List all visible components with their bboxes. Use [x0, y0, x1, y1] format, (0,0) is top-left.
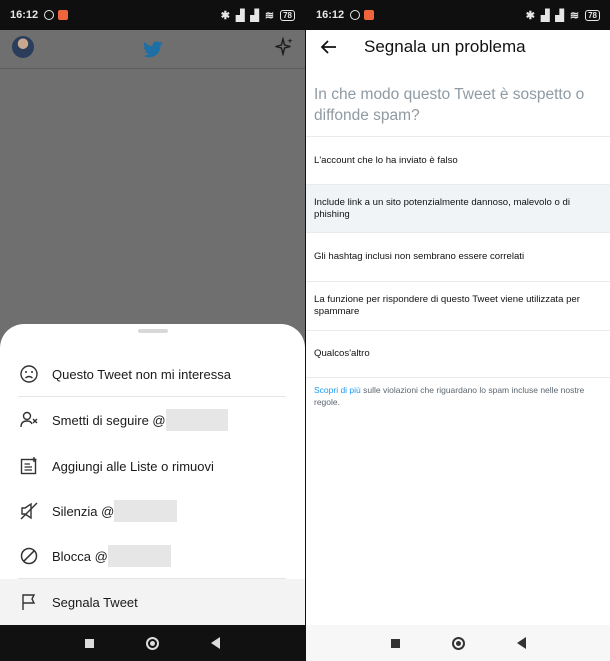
option-reply-spam[interactable]: La funzione per rispondere di questo Twe… [306, 282, 610, 330]
option-label: Qualcos'altro [314, 348, 370, 359]
list-add-icon [18, 455, 40, 477]
home-button[interactable] [146, 636, 159, 650]
option-label: L'account che lo ha inviato è falso [314, 154, 458, 166]
flag-icon [18, 591, 40, 613]
battery-icon: 78 [280, 9, 295, 21]
notification-icon [364, 10, 375, 20]
redacted-username [107, 545, 171, 567]
sheet-handle[interactable] [138, 329, 168, 333]
system-nav-bar [306, 625, 610, 661]
not-interested-label: Questo Tweet non mi interessa [52, 366, 231, 382]
top-app-bar: Segnala un problema [306, 30, 610, 66]
divider [306, 377, 610, 378]
back-nav-button[interactable] [517, 637, 526, 649]
mute-icon [18, 500, 40, 522]
wifi-icon: ≋ [569, 9, 580, 22]
recents-button[interactable] [85, 638, 94, 648]
back-arrow-icon[interactable] [320, 38, 338, 56]
header-divider [0, 68, 305, 69]
recents-button[interactable] [391, 638, 400, 648]
alarm-icon [350, 10, 361, 20]
learn-more-link[interactable]: Scopri di più [314, 385, 361, 395]
twitter-header [0, 30, 305, 68]
unfollow-item[interactable]: Smetti di seguire @ [0, 397, 305, 443]
report-tweet-item[interactable]: Segnala Tweet [0, 579, 305, 625]
option-label: Include link a un sito potenzialmente da… [314, 196, 570, 220]
mute-label: Silenzia @ [52, 503, 115, 519]
lists-item[interactable]: Aggiungi alle Liste o rimuovi [0, 443, 305, 489]
alarm-icon [44, 10, 55, 20]
back-nav-button[interactable] [211, 637, 220, 649]
home-button[interactable] [452, 636, 465, 650]
status-bar: 16:12 ✱ ▟ ▟ ≋ 78 [306, 0, 610, 30]
report-tweet-label: Segnala Tweet [52, 594, 138, 610]
option-unrelated-hashtags[interactable]: Gli hashtag inclusi non sembrano essere … [306, 233, 610, 281]
signal-icon: ▟ [540, 9, 550, 22]
footnote: Scopri di più sulle violazioni che rigua… [314, 384, 609, 408]
option-label: Gli hashtag inclusi non sembrano essere … [314, 251, 525, 262]
signal-icon-2: ▟ [555, 9, 564, 22]
status-time: 16:12 [10, 9, 39, 21]
right-screen: 16:12 ✱ ▟ ▟ ≋ 78 Segnala un problema In … [305, 0, 610, 661]
avatar[interactable] [12, 36, 34, 58]
option-something-else[interactable]: Qualcos'altro [306, 331, 610, 377]
notification-icon [58, 10, 69, 20]
block-icon [18, 545, 40, 567]
signal-icon-2: ▟ [250, 9, 259, 22]
sparkle-icon[interactable] [273, 36, 295, 58]
unfollow-label: Smetti di seguire @ [52, 412, 166, 428]
option-malicious-link[interactable]: Include link a un sito potenzialmente da… [306, 185, 610, 232]
wifi-icon: ≋ [264, 9, 275, 22]
option-fake-account[interactable]: L'account che lo ha inviato è falso [306, 137, 610, 184]
bluetooth-icon: ✱ [220, 9, 230, 22]
battery-icon: 78 [585, 9, 600, 21]
twitter-logo-icon[interactable] [142, 40, 163, 58]
block-item[interactable]: Blocca @ [0, 533, 305, 579]
option-label: La funzione per rispondere di questo Twe… [314, 294, 580, 317]
sad-face-icon [18, 363, 40, 385]
status-time: 16:12 [316, 9, 345, 21]
mute-item[interactable]: Silenzia @ [0, 488, 305, 534]
system-nav-bar [0, 625, 305, 661]
report-question: In che modo questo Tweet è sospetto o di… [314, 86, 585, 124]
unfollow-user-icon [18, 409, 40, 431]
redacted-username [165, 409, 228, 431]
bluetooth-icon: ✱ [525, 9, 535, 22]
lists-label: Aggiungi alle Liste o rimuovi [52, 458, 214, 474]
status-bar: 16:12 ✱ ▟ ▟ ≋ 78 [0, 0, 305, 30]
tweet-options-sheet: Questo Tweet non mi interessa Smetti di … [0, 324, 305, 626]
signal-icon: ▟ [235, 9, 245, 22]
left-screen: 16:12 ✱ ▟ ▟ ≋ 78 Questo Tweet non mi int… [0, 0, 305, 661]
block-label: Blocca @ [52, 548, 108, 564]
redacted-username [114, 500, 178, 522]
page-title: Segnala un problema [364, 37, 526, 56]
not-interested-item[interactable]: Questo Tweet non mi interessa [0, 351, 305, 397]
